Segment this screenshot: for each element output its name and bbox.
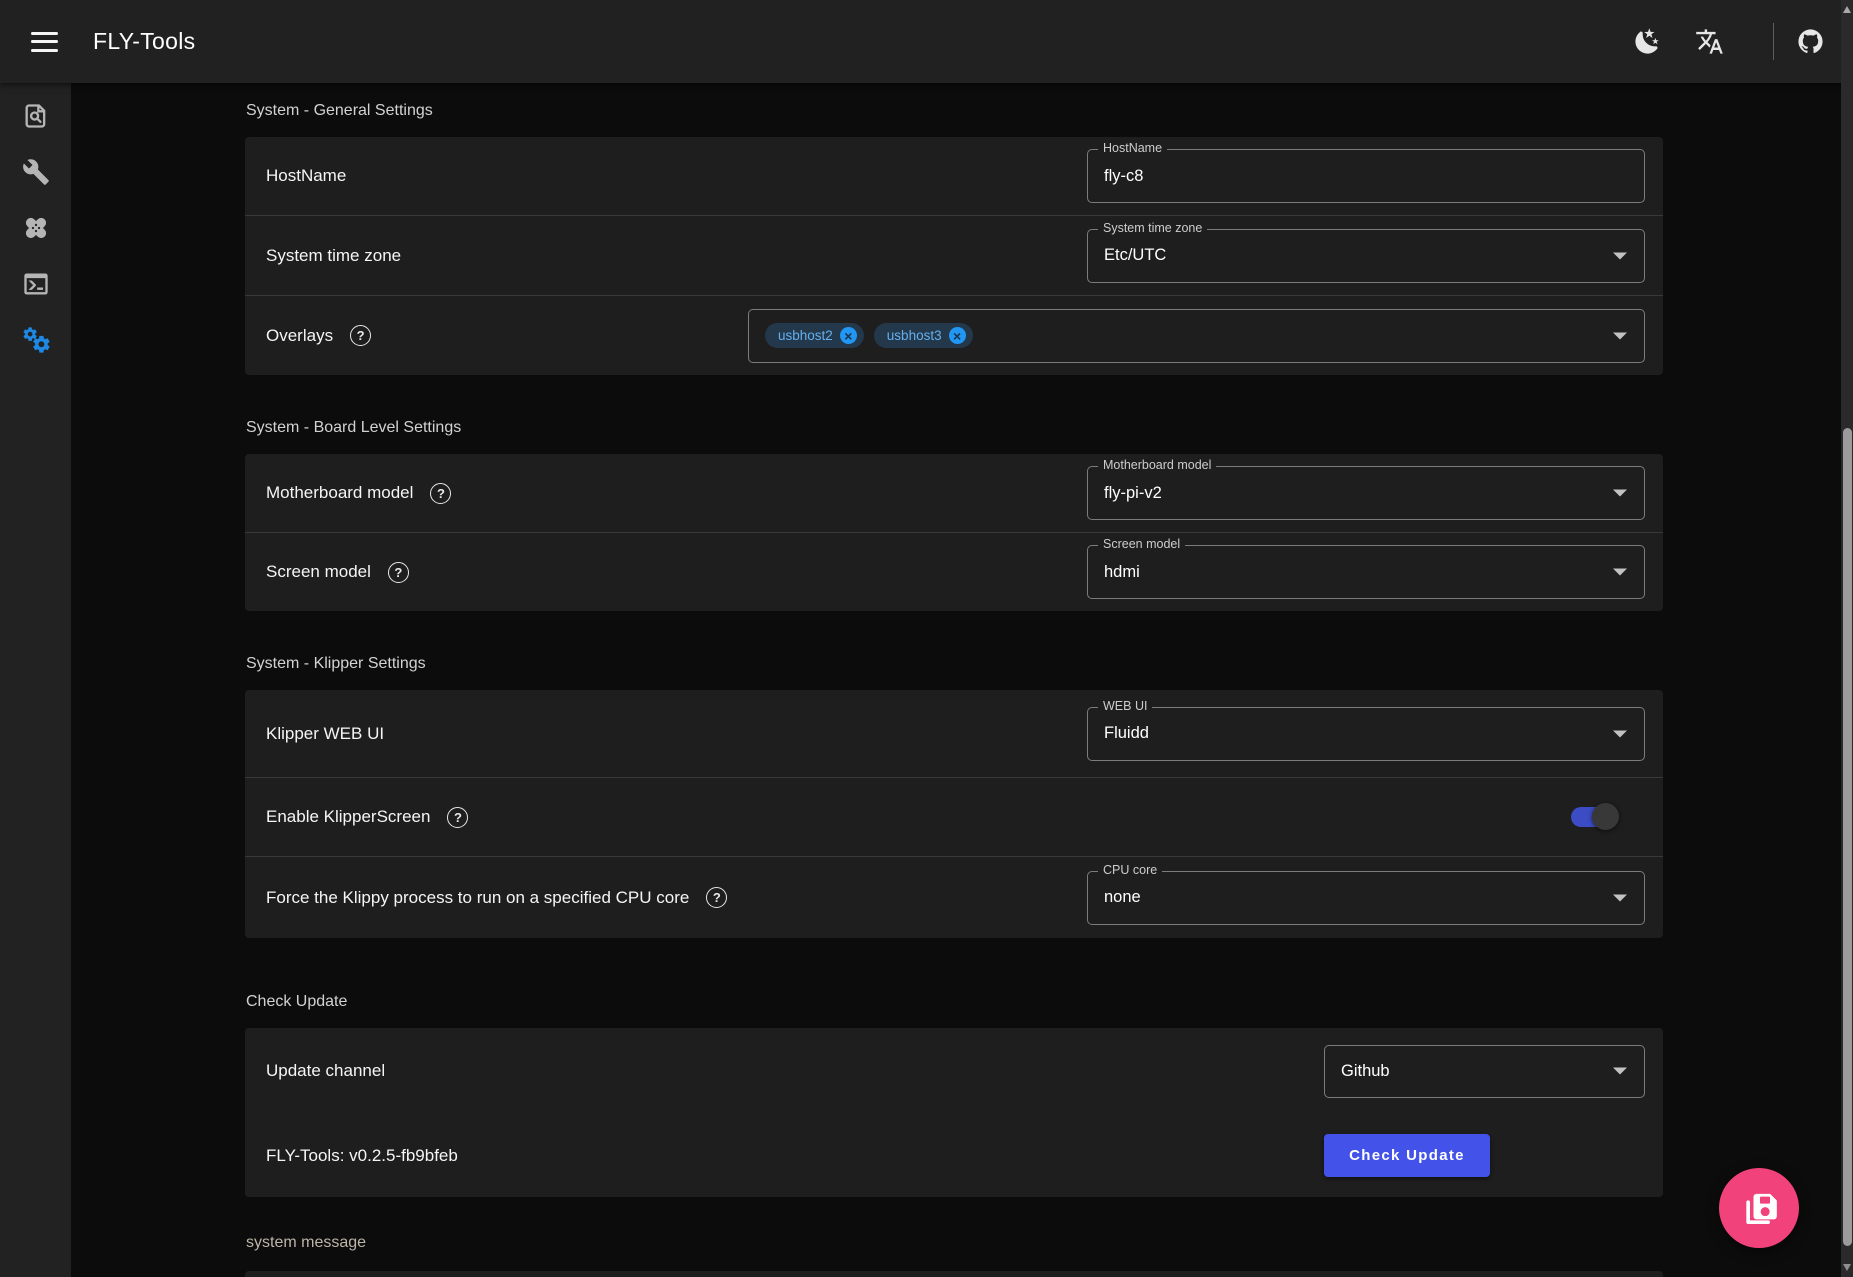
settings-gears-icon[interactable]: [21, 326, 51, 356]
webui-select[interactable]: WEB UI Fluidd: [1087, 707, 1645, 761]
cpucore-label: Force the Klippy process to run on a spe…: [266, 888, 689, 908]
screen-floating-label: Screen model: [1098, 537, 1185, 551]
row-webui: Klipper WEB UI WEB UI Fluidd: [245, 690, 1663, 778]
motherboard-label: Motherboard model: [266, 483, 413, 503]
card-klipper-settings: Klipper WEB UI WEB UI Fluidd Enable Klip…: [245, 690, 1663, 938]
timezone-label: System time zone: [266, 246, 401, 266]
chevron-down-icon: [1613, 730, 1627, 737]
screen-select[interactable]: Screen model hdmi: [1087, 545, 1645, 599]
chevron-down-icon: [1613, 490, 1627, 497]
file-search-icon[interactable]: [21, 102, 51, 132]
dark-mode-icon[interactable]: [1630, 25, 1664, 59]
overlays-select[interactable]: usbhost2 usbhost3: [748, 309, 1645, 363]
chip-label: usbhost3: [887, 328, 942, 343]
timezone-floating-label: System time zone: [1098, 221, 1207, 235]
cpucore-select[interactable]: CPU core none: [1087, 871, 1645, 925]
row-timezone: System time zone System time zone Etc/UT…: [245, 216, 1663, 296]
row-overlays: Overlays usbhost2 usbhost3: [245, 296, 1663, 375]
chip-label: usbhost2: [778, 328, 833, 343]
row-klipperscreen: Enable KlipperScreen: [245, 778, 1663, 857]
screen-value: hdmi: [1104, 563, 1140, 582]
row-motherboard: Motherboard model Motherboard model fly-…: [245, 454, 1663, 533]
chevron-down-icon: [1613, 1068, 1627, 1075]
section-title-board: System - Board Level Settings: [246, 416, 1663, 440]
cpucore-value: none: [1104, 888, 1141, 907]
scroll-down-arrow-icon[interactable]: [1843, 1264, 1851, 1271]
row-update-channel: Update channel Github: [245, 1028, 1663, 1114]
chevron-down-icon: [1613, 569, 1627, 576]
update-channel-value: Github: [1341, 1062, 1390, 1081]
card-board-settings: Motherboard model Motherboard model fly-…: [245, 454, 1663, 611]
update-channel-select[interactable]: Github: [1324, 1045, 1645, 1098]
hostname-input[interactable]: HostName fly-c8: [1087, 149, 1645, 203]
help-icon[interactable]: [430, 483, 451, 504]
timezone-value: Etc/UTC: [1104, 246, 1166, 265]
chip-close-icon[interactable]: [840, 327, 857, 344]
section-title-general: System - General Settings: [246, 99, 1663, 123]
row-cpucore: Force the Klippy process to run on a spe…: [245, 857, 1663, 938]
app-bar: FLY-Tools: [0, 0, 1853, 83]
webui-floating-label: WEB UI: [1098, 699, 1152, 713]
webui-label: Klipper WEB UI: [266, 724, 384, 744]
version-text: FLY-Tools: v0.2.5-fb9bfeb: [266, 1146, 458, 1166]
row-version: FLY-Tools: v0.2.5-fb9bfeb Check Update: [245, 1114, 1663, 1197]
motherboard-floating-label: Motherboard model: [1098, 458, 1216, 472]
overlays-label: Overlays: [266, 326, 333, 346]
row-screen: Screen model Screen model hdmi: [245, 533, 1663, 611]
appbar-divider: [1773, 23, 1774, 60]
screen-label: Screen model: [266, 562, 371, 582]
motherboard-value: fly-pi-v2: [1104, 484, 1162, 503]
scroll-up-arrow-icon[interactable]: [1843, 6, 1851, 13]
help-icon[interactable]: [388, 562, 409, 583]
chip-close-icon[interactable]: [949, 327, 966, 344]
motherboard-select[interactable]: Motherboard model fly-pi-v2: [1087, 466, 1645, 520]
chevron-down-icon: [1613, 332, 1627, 339]
help-icon[interactable]: [350, 325, 371, 346]
hostname-value: fly-c8: [1104, 167, 1143, 186]
klipperscreen-toggle[interactable]: [1571, 803, 1619, 831]
chevron-down-icon: [1613, 894, 1627, 901]
overlay-chip[interactable]: usbhost2: [765, 323, 864, 348]
help-icon[interactable]: [706, 887, 727, 908]
menu-icon[interactable]: [31, 32, 58, 52]
overlay-chip[interactable]: usbhost3: [874, 323, 973, 348]
card-general-settings: HostName HostName fly-c8 System time zon…: [245, 137, 1663, 375]
hostname-floating-label: HostName: [1098, 141, 1167, 155]
app-title: FLY-Tools: [93, 28, 195, 55]
save-all-button[interactable]: [1719, 1168, 1799, 1248]
github-icon[interactable]: [1793, 25, 1827, 59]
card-check-update: Update channel Github FLY-Tools: v0.2.5-…: [245, 1028, 1663, 1197]
section-title-klipper: System - Klipper Settings: [246, 652, 1663, 676]
cpucore-floating-label: CPU core: [1098, 863, 1162, 877]
system-message-box[interactable]: [245, 1271, 1663, 1277]
update-channel-label: Update channel: [266, 1061, 385, 1081]
section-title-update: Check Update: [246, 990, 1663, 1014]
terminal-icon[interactable]: [21, 270, 51, 300]
row-hostname: HostName HostName fly-c8: [245, 137, 1663, 216]
wrench-icon[interactable]: [21, 158, 51, 188]
webui-value: Fluidd: [1104, 724, 1149, 743]
translate-icon[interactable]: [1692, 25, 1726, 59]
save-all-icon: [1739, 1188, 1779, 1228]
klipperscreen-label: Enable KlipperScreen: [266, 807, 430, 827]
main-content: System - General Settings HostName HostN…: [71, 83, 1853, 1277]
timezone-select[interactable]: System time zone Etc/UTC: [1087, 229, 1645, 283]
hostname-label: HostName: [266, 166, 346, 186]
section-title-message: system message: [246, 1231, 1663, 1255]
sidebar: [0, 83, 71, 1277]
check-update-button[interactable]: Check Update: [1324, 1134, 1490, 1177]
scrollbar-thumb[interactable]: [1843, 428, 1852, 1246]
scrollbar[interactable]: [1841, 0, 1853, 1277]
help-icon[interactable]: [447, 807, 468, 828]
toggle-thumb: [1592, 803, 1619, 830]
chevron-down-icon: [1613, 252, 1627, 259]
patch-icon[interactable]: [21, 214, 51, 244]
